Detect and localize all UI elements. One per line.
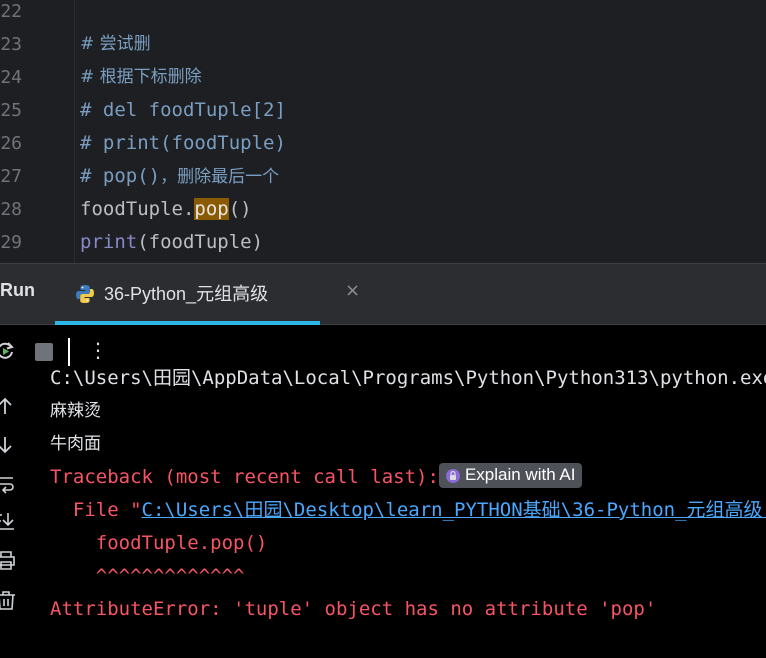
- trash-icon[interactable]: [0, 590, 16, 610]
- explain-with-ai-label: Explain with AI: [464, 465, 576, 484]
- console-output-line: 麻辣烫: [50, 401, 101, 421]
- line-number-gutter: 22 23 24 25 26 27 28 29: [0, 0, 75, 263]
- ai-icon: [445, 468, 460, 483]
- code-line-comment[interactable]: # 尝试删: [80, 28, 151, 61]
- scroll-to-end-icon[interactable]: [0, 511, 16, 531]
- line-number: 24: [0, 67, 22, 88]
- code-line-pop-call[interactable]: foodTuple.pop(): [80, 193, 252, 226]
- code-line-comment[interactable]: # pop()，删除最后一个: [80, 160, 279, 194]
- console-output[interactable]: C:\Users\田园\AppData\Local\Programs\Pytho…: [50, 366, 766, 658]
- code-call-parens: (): [228, 198, 252, 220]
- traceback-file-line: File "C:\Users\田园\Desktop\learn_PYTHON基础…: [50, 494, 766, 527]
- builtin-function: print: [80, 231, 138, 253]
- toolbar-separator: [68, 338, 70, 366]
- close-icon[interactable]: ×: [345, 280, 360, 301]
- code-editor[interactable]: 22 23 24 25 26 27 28 29 # 尝试删 # 根据下标删除 #…: [0, 0, 766, 263]
- traceback-file-prefix: File ": [50, 499, 142, 521]
- traceback-caret-line: ^^^^^^^^^^^^^: [50, 565, 245, 587]
- console-command-line: C:\Users\田园\AppData\Local\Programs\Pytho…: [50, 367, 766, 389]
- scroll-down-icon[interactable]: [0, 435, 16, 455]
- line-number: 27: [0, 166, 22, 187]
- line-number: 23: [0, 34, 22, 55]
- code-line-comment[interactable]: # del foodTuple[2]: [80, 94, 286, 127]
- explain-with-ai-button[interactable]: Explain with AI: [438, 463, 582, 488]
- traceback-header-line: Traceback (most recent call last): Explai…: [50, 461, 582, 494]
- soft-wrap-icon[interactable]: [0, 474, 16, 494]
- traceback-code-line: foodTuple.pop(): [50, 532, 268, 554]
- python-file-icon: [76, 285, 94, 303]
- tab-label: 36-Python_元组高级: [104, 284, 269, 304]
- line-number: 22: [0, 1, 22, 22]
- comment-text-part: ，删除最后一个: [160, 167, 280, 187]
- run-tool-window-header: Run 36-Python_元组高级 ×: [0, 263, 766, 325]
- stop-icon[interactable]: [35, 343, 53, 361]
- console-output-line: 牛肉面: [50, 434, 101, 454]
- line-number: 25: [0, 100, 22, 121]
- code-object: foodTuple.: [80, 198, 195, 220]
- error-message: AttributeError: 'tuple' object has no at…: [50, 598, 657, 620]
- traceback-header: Traceback (most recent call last):: [50, 466, 439, 488]
- function-args: (foodTuple): [137, 231, 264, 253]
- code-line-print[interactable]: print(foodTuple): [80, 226, 263, 259]
- run-config-tab[interactable]: 36-Python_元组高级 ×: [55, 264, 360, 325]
- scroll-up-icon[interactable]: [0, 396, 16, 416]
- comment-code-part: # pop(): [80, 165, 161, 187]
- print-icon[interactable]: [0, 550, 16, 570]
- line-number: 26: [0, 133, 22, 154]
- tool-window-title: Run: [0, 280, 35, 300]
- rerun-icon[interactable]: [0, 339, 16, 361]
- line-number: 29: [0, 232, 22, 253]
- highlighted-method: pop: [194, 198, 229, 220]
- code-line-comment[interactable]: # 根据下标删除: [80, 61, 202, 94]
- line-number: 28: [0, 199, 22, 220]
- more-options-icon[interactable]: ⋮: [88, 338, 108, 362]
- traceback-file-link[interactable]: C:\Users\田园\Desktop\learn_PYTHON基础\36-Py…: [142, 499, 766, 521]
- code-line-comment[interactable]: # print(foodTuple): [80, 127, 286, 160]
